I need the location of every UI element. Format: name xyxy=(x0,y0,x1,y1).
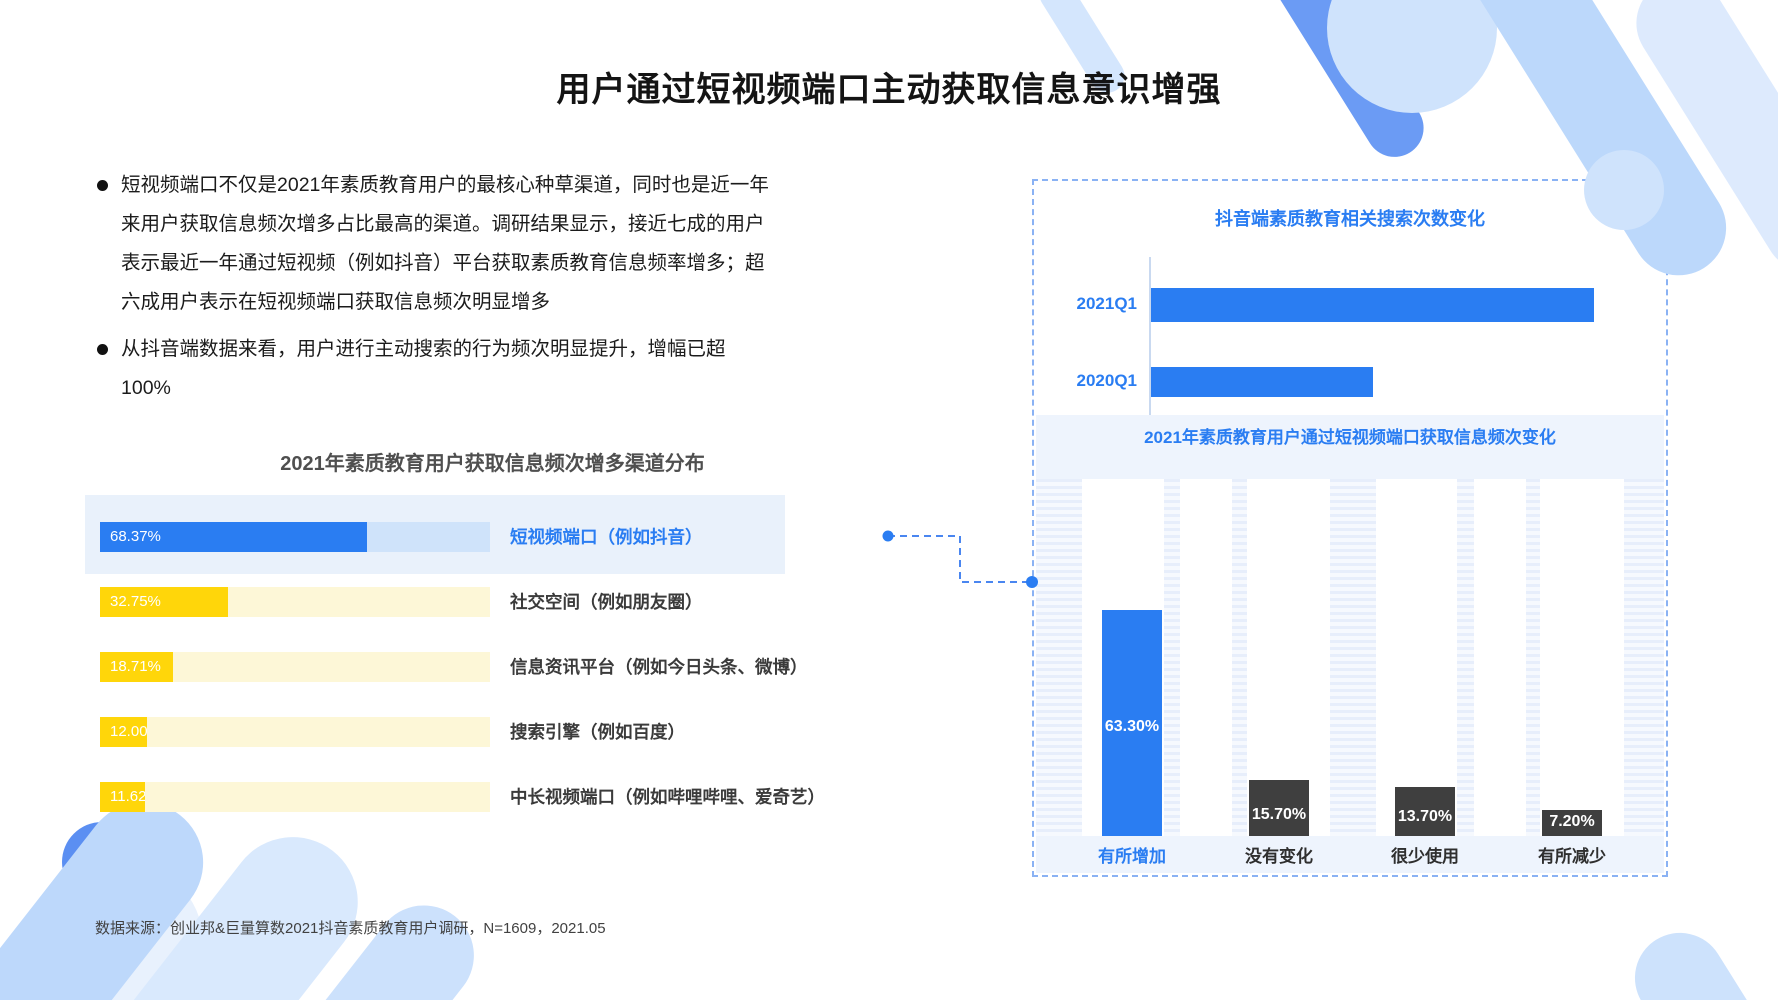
category-label: 很少使用 xyxy=(1355,842,1495,867)
channel-row: 11.62% 中长视频端口（例如哔哩哔哩、爱奇艺） xyxy=(85,765,905,829)
bullet-line: 100% xyxy=(121,369,795,408)
channel-row: 18.71% 信息资讯平台（例如今日头条、微博） xyxy=(85,635,905,699)
freq-bar-no-change: 15.70% xyxy=(1249,780,1309,836)
bar-fill: 32.75% xyxy=(100,587,228,617)
bar-value: 32.75% xyxy=(100,593,161,610)
connector-dot-right xyxy=(1026,576,1038,588)
channel-label: 中长视频端口（例如哔哩哔哩、爱奇艺） xyxy=(510,765,825,829)
bullet-item: 从抖音端数据来看，用户进行主动搜索的行为频次明显提升，增幅已超 100% xyxy=(95,330,795,408)
channel-label: 社交空间（例如朋友圈） xyxy=(510,570,703,634)
bar-value: 18.71% xyxy=(100,658,161,675)
freq-bar-value: 15.70% xyxy=(1249,806,1309,824)
deco-capsule-bottom-right xyxy=(1618,916,1778,1000)
search-bar-2020q1 xyxy=(1151,367,1373,397)
frequency-plot-area: 63.30% 15.70% 13.70% 7.20% xyxy=(1036,479,1664,836)
channel-row: 32.75% 社交空间（例如朋友圈） xyxy=(85,570,905,634)
bar-track: 18.71% xyxy=(100,652,490,682)
bar-value: 68.37% xyxy=(100,528,161,545)
bar-track: 12.00% xyxy=(100,717,490,747)
channel-label: 短视频端口（例如抖音） xyxy=(510,505,703,569)
bullet-line: 从抖音端数据来看，用户进行主动搜索的行为频次明显提升，增幅已超 xyxy=(121,330,795,369)
deco-blob xyxy=(1584,150,1664,230)
freq-bar-increase: 63.30% xyxy=(1102,610,1162,836)
page-title: 用户通过短视频端口主动获取信息意识增强 xyxy=(0,62,1778,111)
bar-value: 11.62% xyxy=(100,788,145,805)
bullet-line: 六成用户表示在短视频端口获取信息频次明显增多 xyxy=(121,283,795,322)
frequency-chart-title: 2021年素质教育用户通过短视频端口获取信息频次变化 xyxy=(1036,423,1664,448)
channel-label: 搜索引擎（例如百度） xyxy=(510,700,685,764)
bar-value: 12.00% xyxy=(100,723,147,740)
connector-dot-left xyxy=(883,531,894,542)
douyin-data-panel: 抖音端素质教育相关搜索次数变化 2021Q1 2020Q1 2021年素质教育用… xyxy=(1032,179,1668,877)
connector-line xyxy=(880,526,1050,601)
data-source-note: 数据来源：创业邦&巨量算数2021抖音素质教育用户调研，N=1609，2021.… xyxy=(95,917,606,938)
bar-track: 32.75% xyxy=(100,587,490,617)
bullet-item: 短视频端口不仅是2021年素质教育用户的最核心种草渠道，同时也是近一年 来用户获… xyxy=(95,166,795,322)
bullet-dot-icon xyxy=(97,180,108,191)
bar-track: 68.37% xyxy=(100,522,490,552)
freq-bar-value: 63.30% xyxy=(1102,718,1162,736)
search-bar-label: 2021Q1 xyxy=(1034,294,1137,314)
bar-fill: 11.62% xyxy=(100,782,145,812)
channel-row: 12.00% 搜索引擎（例如百度） xyxy=(85,700,905,764)
freq-bar-value: 7.20% xyxy=(1542,813,1602,831)
bar-fill: 18.71% xyxy=(100,652,173,682)
search-chart-title: 抖音端素质教育相关搜索次数变化 xyxy=(1034,205,1666,231)
channel-label: 信息资讯平台（例如今日头条、微博） xyxy=(510,635,808,699)
bullet-list: 短视频端口不仅是2021年素质教育用户的最核心种草渠道，同时也是近一年 来用户获… xyxy=(95,166,795,408)
frequency-category-labels: 有所增加 没有变化 很少使用 有所减少 xyxy=(1036,842,1664,868)
search-bar-label: 2020Q1 xyxy=(1034,371,1137,391)
freq-bar-value: 13.70% xyxy=(1395,808,1455,826)
slide: 用户通过短视频端口主动获取信息意识增强 短视频端口不仅是2021年素质教育用户的… xyxy=(0,0,1778,1000)
search-bar-2021q1 xyxy=(1151,288,1594,322)
bar-fill: 68.37% xyxy=(100,522,367,552)
freq-bar-rarely-use: 13.70% xyxy=(1395,787,1455,836)
category-label: 没有变化 xyxy=(1209,842,1349,867)
freq-bar-decrease: 7.20% xyxy=(1542,810,1602,836)
column-strip xyxy=(1540,479,1604,836)
bullet-line: 表示最近一年通过短视频（例如抖音）平台获取素质教育信息频率增多；超 xyxy=(121,244,795,283)
bullet-dot-icon xyxy=(97,344,108,355)
bar-fill: 12.00% xyxy=(100,717,147,747)
bullet-line: 短视频端口不仅是2021年素质教育用户的最核心种草渠道，同时也是近一年 xyxy=(121,166,795,205)
bar-track: 11.62% xyxy=(100,782,490,812)
column-strip xyxy=(1393,479,1457,836)
category-label: 有所减少 xyxy=(1502,842,1642,867)
channel-row: 68.37% 短视频端口（例如抖音） xyxy=(85,505,905,569)
bullet-line: 来用户获取信息频次增多占比最高的渠道。调研结果显示，接近七成的用户 xyxy=(121,205,795,244)
category-label: 有所增加 xyxy=(1062,842,1202,867)
frequency-chart-section: 2021年素质教育用户通过短视频端口获取信息频次变化 63.30% 15.70%… xyxy=(1036,415,1664,873)
left-chart-title: 2021年素质教育用户获取信息频次增多渠道分布 xyxy=(85,447,900,476)
